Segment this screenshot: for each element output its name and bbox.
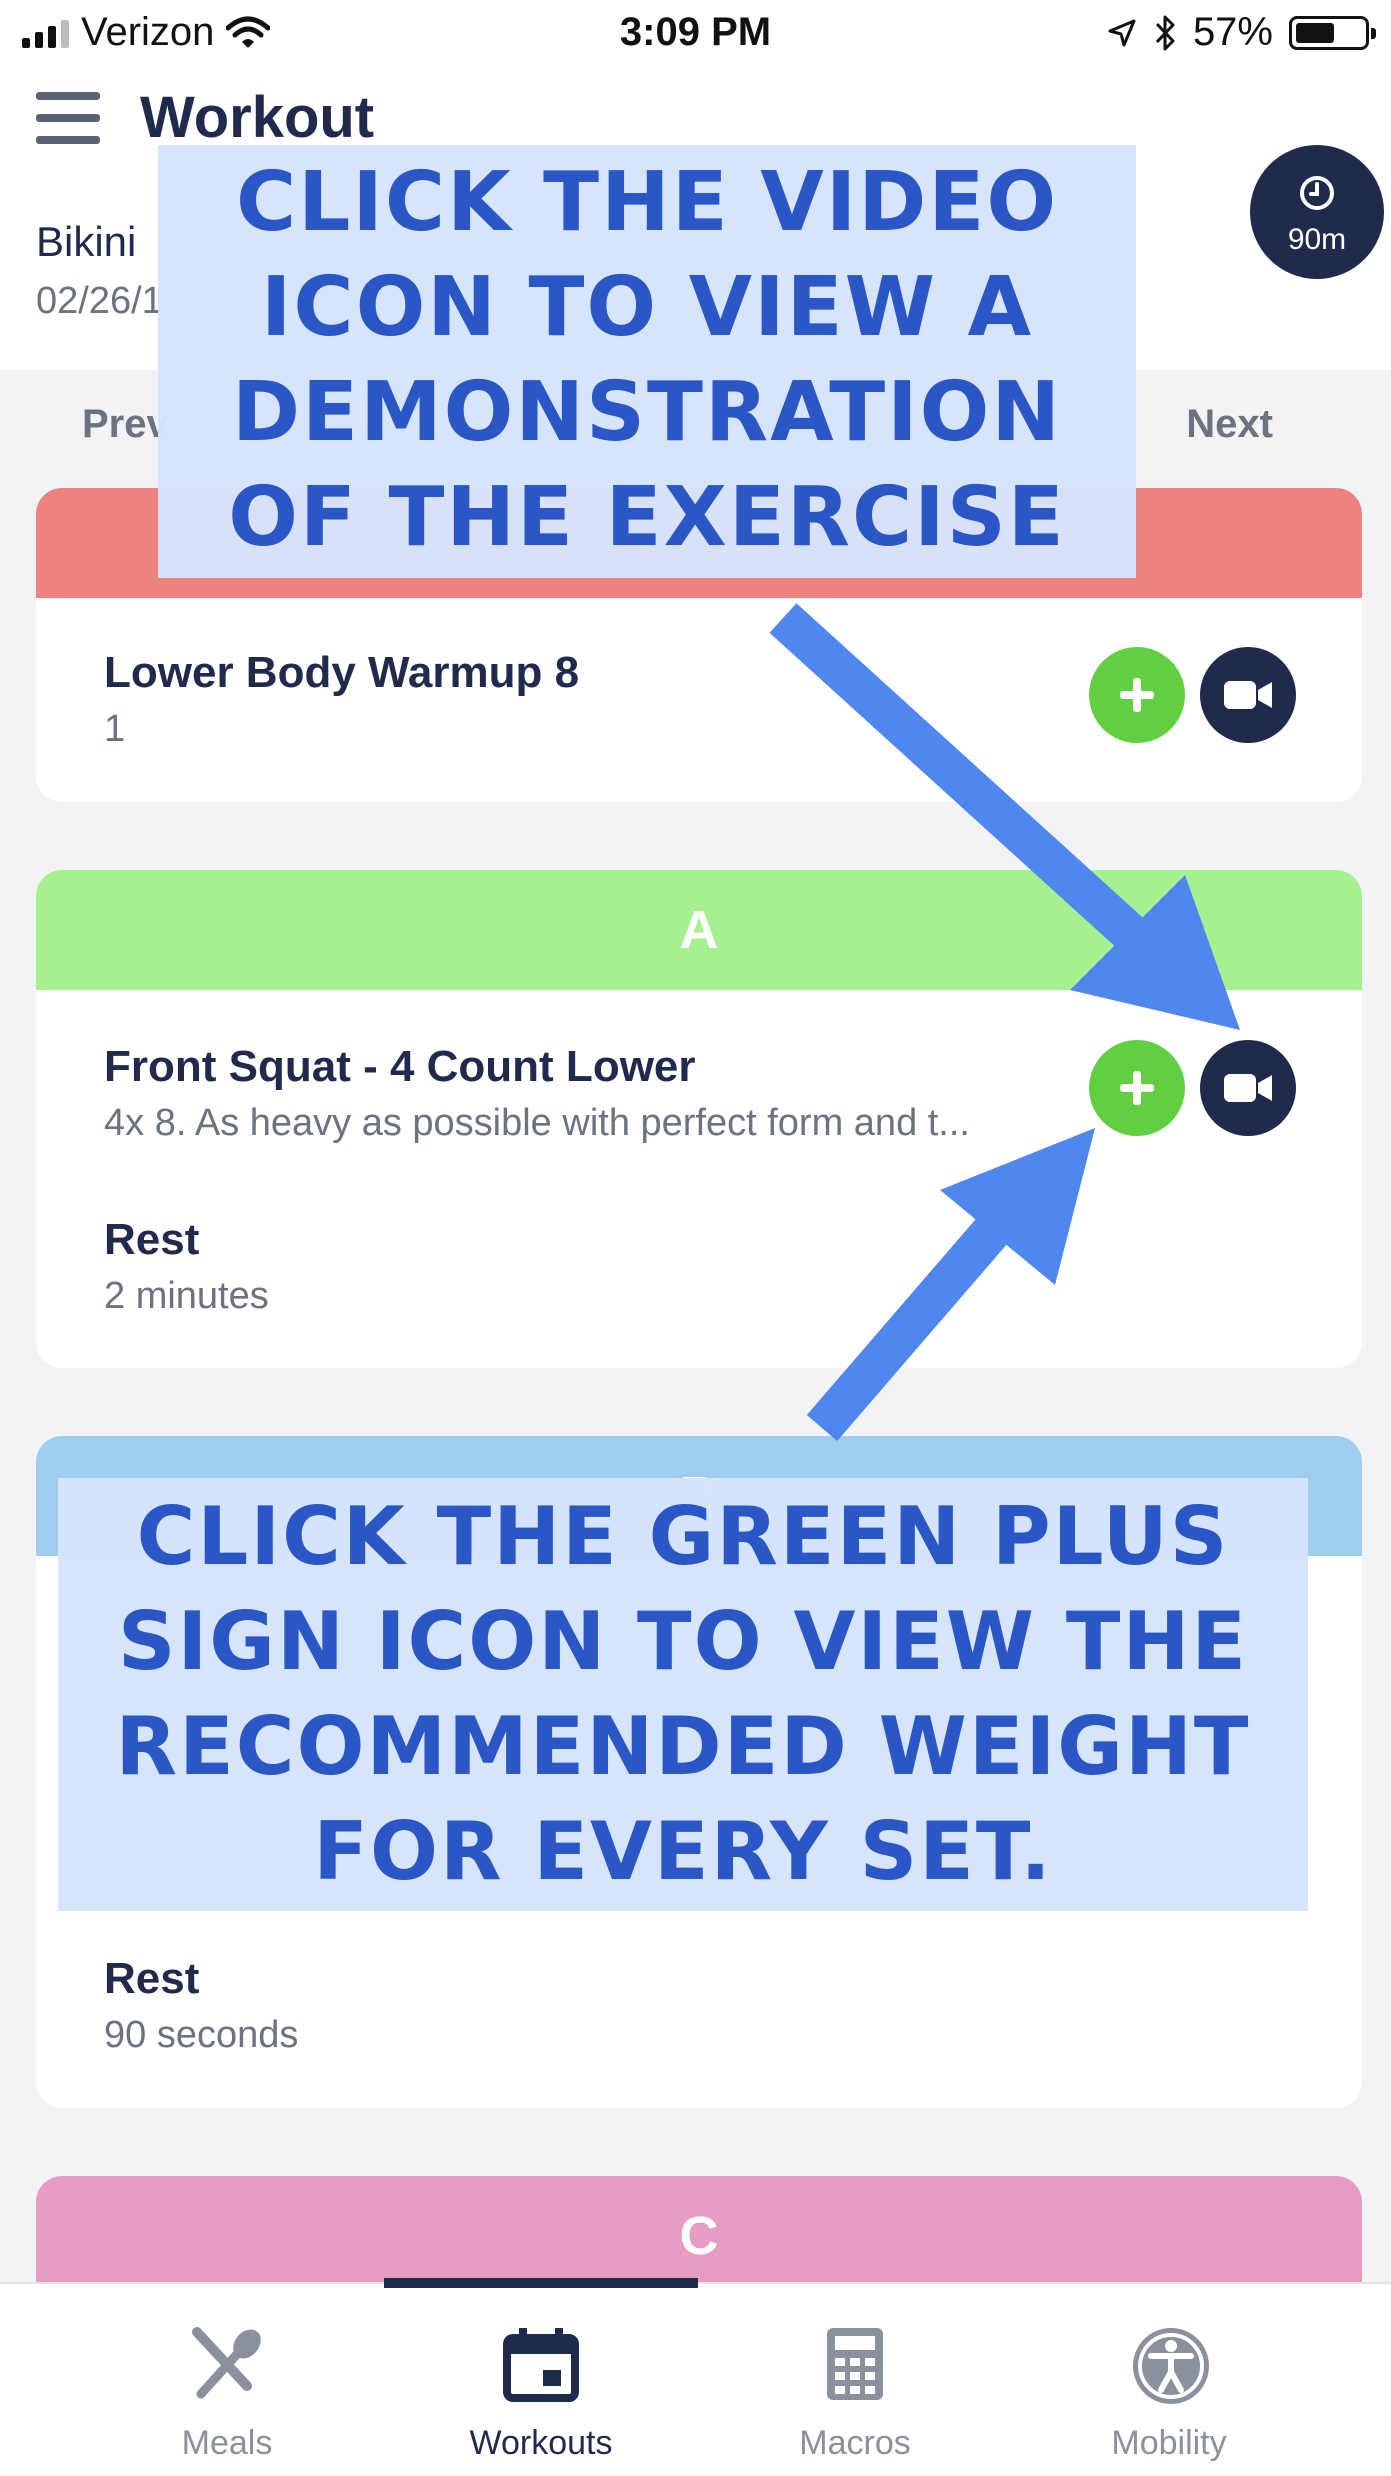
accessibility-icon [1133,2328,1209,2404]
battery-icon [1289,15,1376,50]
add-weight-button[interactable] [1089,647,1185,743]
video-icon [1224,1074,1272,1102]
battery-percent: 57% [1192,10,1273,54]
tab-label: Macros [799,2424,911,2462]
tab-meals[interactable]: Meals [70,2284,384,2476]
exercise-name: Lower Body Warmup 8 [104,648,580,697]
plus-icon [1120,1071,1154,1105]
plus-icon [1120,678,1154,712]
rest-value: 90 seconds [104,2014,299,2056]
location-icon [1108,19,1136,46]
next-day-button[interactable]: Next [1186,402,1273,447]
tab-label: Meals [181,2424,273,2462]
rest-value: 2 minutes [104,1275,269,1317]
program-name: Bikini [36,218,137,265]
video-button[interactable] [1200,1040,1296,1136]
tab-macros[interactable]: Macros [698,2284,1012,2476]
video-icon-callout: Click the video icon to view a demonstra… [158,145,1136,578]
exercise-detail: 4x 8. As heavy as possible with perfect … [104,1102,970,1144]
prev-day-button[interactable]: Prev [82,402,169,447]
tab-workouts[interactable]: Workouts [384,2284,698,2476]
exercise-item[interactable]: Lower Body Warmup 8 1 [104,648,1084,751]
exercise-name: Front Squat - 4 Count Lower [104,1042,696,1091]
add-weight-button[interactable] [1089,1040,1185,1136]
rest-item: Rest 2 minutes [104,1215,1084,1318]
bluetooth-icon [1155,15,1175,50]
timer-label: 90m [1287,223,1347,256]
status-right: 57% [1107,10,1376,55]
fork-spoon-icon [192,2327,261,2399]
exercise-item[interactable]: Front Squat - 4 Count Lower 4x 8. As hea… [104,1042,1084,1145]
card-header: A [36,870,1362,990]
rest-item: Rest 90 seconds [104,1954,1084,2057]
tab-mobility[interactable]: Mobility [1012,2284,1326,2476]
rest-label: Rest [104,1215,200,1264]
exercise-detail: 1 [104,708,126,750]
page-title: Workout [140,85,375,150]
plus-icon-callout: Click the green plus sign icon to view t… [58,1478,1308,1911]
workout-timer-button[interactable]: 90m [1250,145,1384,279]
tab-label: Mobility [1111,2424,1227,2462]
video-button[interactable] [1200,647,1296,743]
battery-level [1296,22,1334,43]
rest-label: Rest [104,1954,200,2003]
status-bar: Verizon 3:09 PM 57% [0,0,1391,70]
bottom-tab-bar: Meals Workouts Macros Mobility [0,2278,1391,2476]
menu-icon[interactable] [36,92,100,144]
exercise-card-a: A Front Squat - 4 Count Lower 4x 8. As h… [36,870,1362,1368]
tab-label: Workouts [469,2424,613,2462]
workout-date: 02/26/1 [36,280,163,322]
video-icon [1224,681,1272,709]
calculator-icon [827,2328,883,2400]
calendar-icon [503,2328,579,2402]
clock-icon [1300,176,1334,210]
card-header: C [36,2176,1362,2296]
